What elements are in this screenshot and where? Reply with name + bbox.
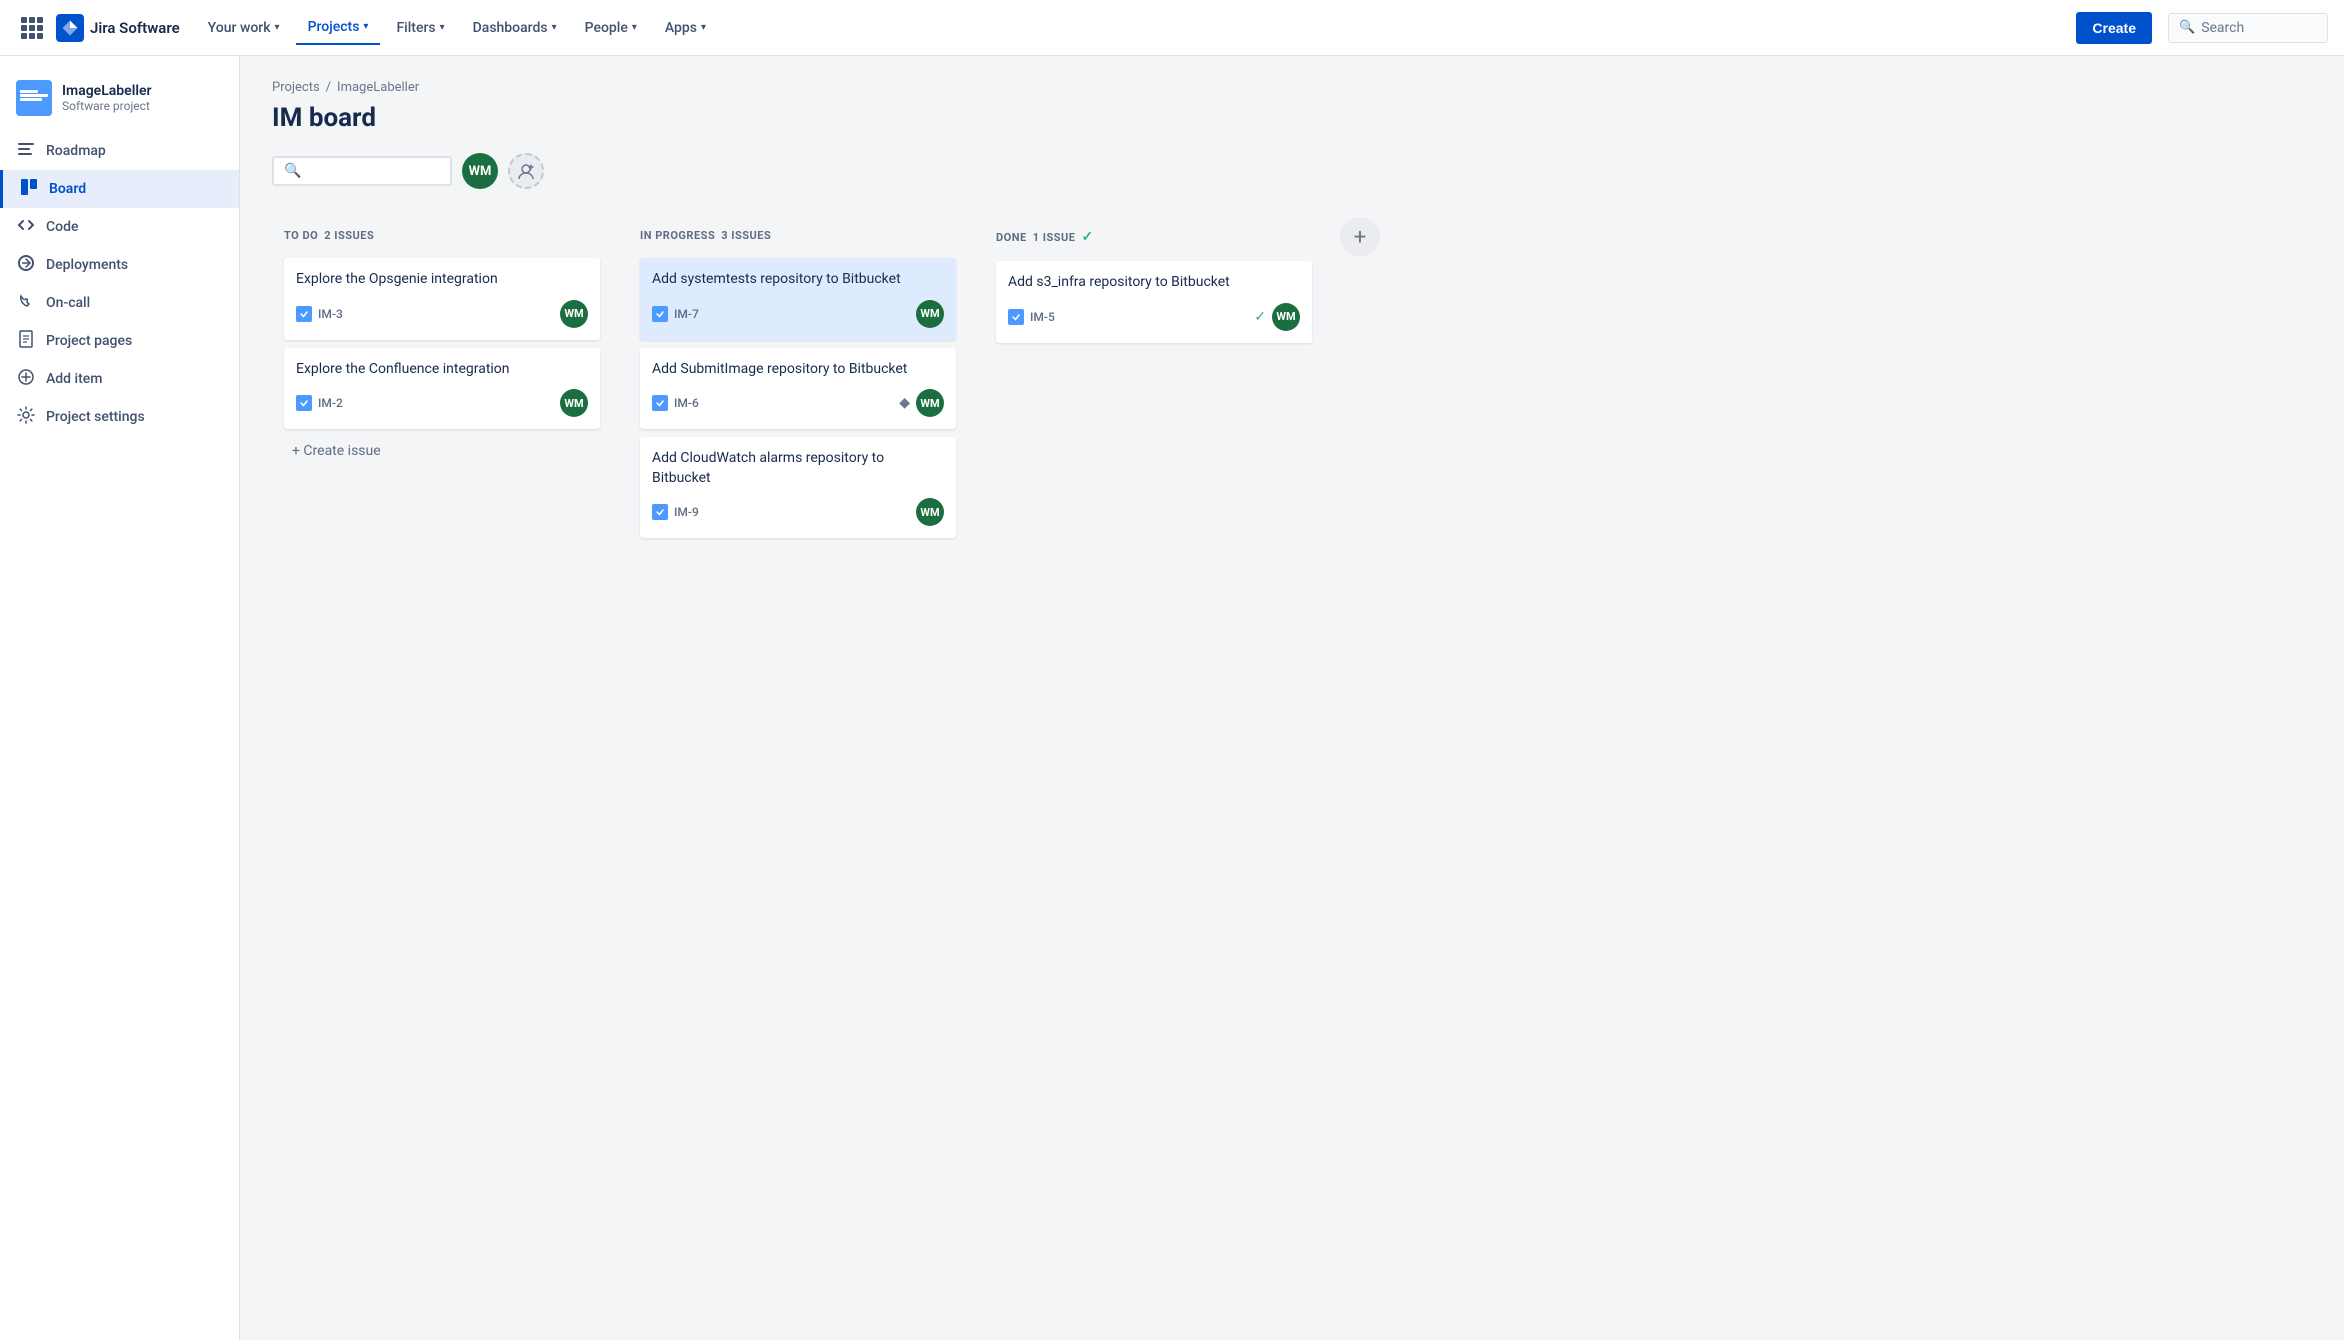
- card-im9[interactable]: Add CloudWatch alarms repository to Bitb…: [640, 437, 956, 538]
- issue-type-icon: [652, 395, 668, 411]
- nav-dashboards[interactable]: Dashboards ▾: [461, 12, 569, 44]
- board-search-box[interactable]: 🔍: [272, 156, 452, 186]
- sidebar-item-project-pages[interactable]: Project pages: [0, 322, 239, 360]
- nav-items: Your work ▾ Projects ▾ Filters ▾ Dashboa…: [196, 11, 718, 45]
- nav-your-work[interactable]: Your work ▾: [196, 12, 292, 44]
- sidebar-item-project-settings[interactable]: Project settings: [0, 398, 239, 436]
- issue-id: IM-2: [318, 396, 343, 410]
- issue-id: IM-5: [1030, 310, 1055, 324]
- apps-grid-icon[interactable]: [16, 12, 48, 44]
- search-box[interactable]: 🔍 Search: [2168, 13, 2328, 43]
- create-button[interactable]: Create: [2076, 12, 2152, 44]
- sidebar-item-deployments[interactable]: Deployments: [0, 246, 239, 284]
- card-im3[interactable]: Explore the Opsgenie integration IM-3: [284, 258, 600, 340]
- add-column-button[interactable]: +: [1340, 217, 1380, 257]
- page-title: IM board: [272, 103, 2312, 133]
- nav-people[interactable]: People ▾: [573, 12, 649, 44]
- assignee-avatar: WM: [560, 300, 588, 328]
- board-search-input[interactable]: [307, 163, 427, 179]
- logo-text: Jira Software: [90, 19, 180, 37]
- done-check-icon: ✓: [1081, 229, 1093, 245]
- code-icon: [16, 216, 36, 238]
- main-content: Projects / ImageLabeller IM board 🔍 WM: [240, 56, 2344, 1340]
- issue-type-icon: [1008, 309, 1024, 325]
- column-todo-header: TO DO 2 ISSUES: [284, 225, 600, 246]
- assignee-avatar: WM: [916, 498, 944, 526]
- card-im2[interactable]: Explore the Confluence integration IM-2: [284, 348, 600, 430]
- search-icon: 🔍: [284, 163, 301, 179]
- jira-logo[interactable]: Jira Software: [56, 14, 180, 42]
- sidebar-item-oncall[interactable]: On-call: [0, 284, 239, 322]
- nav-projects[interactable]: Projects ▾: [296, 11, 381, 45]
- breadcrumb-projects[interactable]: Projects: [272, 80, 320, 95]
- card-title: Add s3_infra repository to Bitbucket: [1008, 273, 1300, 293]
- issue-id: IM-7: [674, 307, 699, 321]
- top-navigation: Jira Software Your work ▾ Projects ▾ Fil…: [0, 0, 2344, 56]
- chevron-down-icon: ▾: [275, 22, 280, 33]
- card-im6[interactable]: Add SubmitImage repository to Bitbucket …: [640, 348, 956, 430]
- card-title: Add systemtests repository to Bitbucket: [652, 270, 944, 290]
- issue-type-icon: [652, 504, 668, 520]
- search-icon: 🔍: [2179, 20, 2195, 35]
- kanban-board: TO DO 2 ISSUES Explore the Opsgenie inte…: [272, 213, 2312, 558]
- card-title: Add SubmitImage repository to Bitbucket: [652, 360, 944, 380]
- sidebar-navigation: Roadmap Board Code: [0, 132, 239, 436]
- sidebar-project-header: ImageLabeller Software project: [0, 72, 239, 132]
- issue-id: IM-3: [318, 307, 343, 321]
- card-title: Explore the Confluence integration: [296, 360, 588, 380]
- chevron-down-icon: ▾: [363, 21, 368, 32]
- add-avatar-filter[interactable]: [508, 153, 544, 189]
- nav-filters[interactable]: Filters ▾: [384, 12, 456, 44]
- board-icon: [19, 178, 39, 200]
- issue-type-icon: [296, 395, 312, 411]
- assignee-avatar: WM: [916, 300, 944, 328]
- column-done-header: DONE 1 ISSUE ✓: [996, 225, 1312, 249]
- settings-icon: [16, 406, 36, 428]
- issue-id: IM-6: [674, 396, 699, 410]
- project-type: Software project: [62, 99, 152, 113]
- assignee-avatar: WM: [916, 389, 944, 417]
- nav-apps[interactable]: Apps ▾: [653, 12, 718, 44]
- card-title: Add CloudWatch alarms repository to Bitb…: [652, 449, 944, 488]
- breadcrumb-current: ImageLabeller: [337, 80, 419, 95]
- chevron-down-icon: ▾: [440, 22, 445, 33]
- issue-type-icon: [652, 306, 668, 322]
- chevron-down-icon: ▾: [701, 22, 706, 33]
- create-issue-button[interactable]: + Create issue: [284, 437, 600, 465]
- sidebar: ImageLabeller Software project Roadmap: [0, 56, 240, 1340]
- breadcrumb-separator: /: [326, 80, 331, 95]
- deployments-icon: [16, 254, 36, 276]
- column-inprogress-header: IN PROGRESS 3 ISSUES: [640, 225, 956, 246]
- card-title: Explore the Opsgenie integration: [296, 270, 588, 290]
- column-todo: TO DO 2 ISSUES Explore the Opsgenie inte…: [272, 213, 612, 477]
- sidebar-item-roadmap[interactable]: Roadmap: [0, 132, 239, 170]
- project-name: ImageLabeller: [62, 83, 152, 100]
- sidebar-item-add-item[interactable]: Add item: [0, 360, 239, 398]
- priority-icon: ◆: [899, 395, 910, 411]
- pages-icon: [16, 330, 36, 352]
- column-inprogress: IN PROGRESS 3 ISSUES Add systemtests rep…: [628, 213, 968, 558]
- breadcrumb: Projects / ImageLabeller: [272, 80, 2312, 95]
- assignee-avatar: WM: [1272, 303, 1300, 331]
- card-im7[interactable]: Add systemtests repository to Bitbucket …: [640, 258, 956, 340]
- assignee-avatar: WM: [560, 389, 588, 417]
- card-im5[interactable]: Add s3_infra repository to Bitbucket IM-…: [996, 261, 1312, 343]
- column-done: DONE 1 ISSUE ✓ Add s3_infra repository t…: [984, 213, 1324, 363]
- chevron-down-icon: ▾: [552, 22, 557, 33]
- chevron-down-icon: ▾: [632, 22, 637, 33]
- board-controls: 🔍 WM: [272, 153, 2312, 189]
- roadmap-icon: [16, 140, 36, 162]
- issue-id: IM-9: [674, 505, 699, 519]
- issue-type-icon: [296, 306, 312, 322]
- user-avatar-filter[interactable]: WM: [462, 153, 498, 189]
- project-icon: [16, 80, 52, 116]
- done-tick-icon: ✓: [1254, 309, 1266, 325]
- add-icon: [16, 368, 36, 390]
- sidebar-item-code[interactable]: Code: [0, 208, 239, 246]
- oncall-icon: [16, 292, 36, 314]
- sidebar-item-board[interactable]: Board: [0, 170, 239, 208]
